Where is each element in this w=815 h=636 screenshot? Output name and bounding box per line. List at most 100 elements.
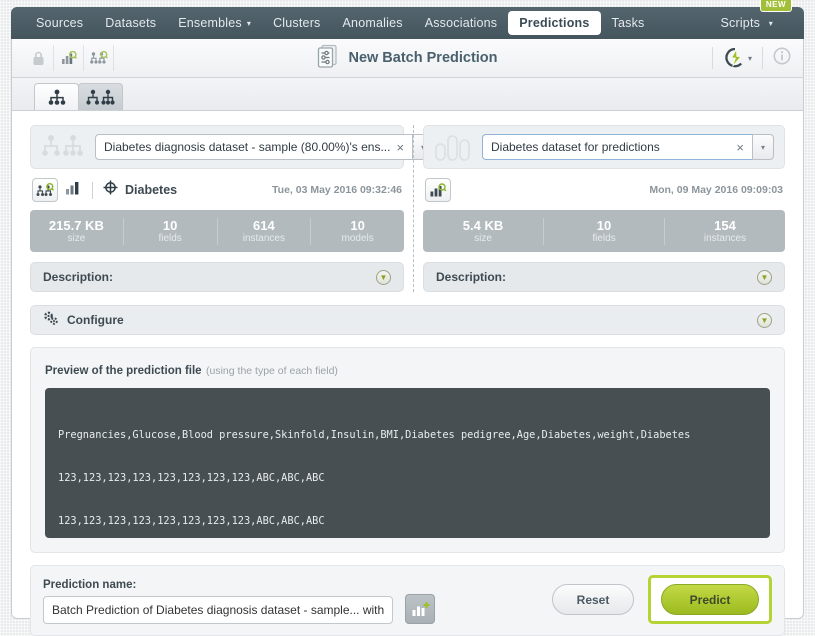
info-icon[interactable] <box>773 47 791 70</box>
preview-heading: Preview of the prediction file (using th… <box>45 361 770 379</box>
nav-item-sources[interactable]: Sources <box>25 11 94 35</box>
nav-item-anomalies[interactable]: Anomalies <box>332 11 414 35</box>
objective-field-name: Diabetes <box>125 183 178 197</box>
chevron-down-icon[interactable]: ▼ <box>757 312 772 328</box>
stat-value: 10 <box>596 217 612 233</box>
dataset-select-value: Diabetes dataset for predictions <box>491 140 660 154</box>
configure-label: Configure <box>67 313 124 327</box>
predict-button[interactable]: Predict <box>661 584 759 615</box>
nav-label: Datasets <box>105 16 157 30</box>
nav-item-associations[interactable]: Associations <box>414 11 509 35</box>
nav-item-clusters[interactable]: Clusters <box>262 11 331 35</box>
ensemble-info-row: Diabetes Tue, 03 May 2016 09:32:46 <box>30 169 404 210</box>
nav-item-ensembles[interactable]: Ensembles ▾ <box>167 11 262 35</box>
ensemble-description-bar[interactable]: Description: ▼ <box>30 262 404 292</box>
stat-value: 215.7 KB <box>48 217 104 233</box>
chevron-down-icon: ▾ <box>246 19 252 28</box>
ensemble-select[interactable]: Diabetes diagnosis dataset - sample (80.… <box>95 134 435 160</box>
divider <box>762 47 763 69</box>
new-badge: NEW <box>759 0 792 12</box>
dataset-stats: 5.4 KB size 10 fields 154 instances <box>423 210 785 252</box>
tab-ensemble-trees[interactable] <box>78 83 123 110</box>
dataset-info-row: Mon, 09 May 2016 09:09:03 <box>423 169 785 210</box>
prediction-name-label: Prediction name: <box>43 579 137 591</box>
clear-icon[interactable]: × <box>390 140 404 155</box>
dataset-search-icon[interactable] <box>425 178 451 202</box>
gears-icon <box>43 311 60 329</box>
preview-section: Preview of the prediction file (using th… <box>30 347 785 553</box>
scripts-label-wrap[interactable]: Scripts ▾ <box>709 11 784 35</box>
stat-value: 614 <box>253 217 275 233</box>
page-sheet: New Batch Prediction ▾ Diabetes diagnosi… <box>11 39 804 636</box>
stat-key: size <box>474 232 492 244</box>
preview-subtitle: (using the type of each field) <box>206 365 338 377</box>
stat-key: size <box>67 232 86 244</box>
stat-item: 5.4 KB size <box>423 217 544 245</box>
source-columns: Diabetes diagnosis dataset - sample (80.… <box>30 125 785 292</box>
code-line: 123,123,123,123,123,123,123,123,ABC,ABC,… <box>58 472 325 485</box>
stat-key: instances <box>703 232 747 244</box>
objective-target-icon <box>103 180 118 200</box>
predict-label: Predict <box>689 592 731 607</box>
stat-item: 215.7 KB size <box>30 217 124 245</box>
titlebar-right-icons: ▾ <box>711 47 803 70</box>
page-title: New Batch Prediction <box>278 44 538 72</box>
clear-icon[interactable]: × <box>730 140 744 155</box>
ensemble-search-icon[interactable] <box>84 45 114 71</box>
prediction-name-group: Prediction name: Batch Prediction of Dia… <box>43 579 393 624</box>
stat-value: 10 <box>162 217 178 233</box>
nav-item-predictions[interactable]: Predictions <box>508 11 601 35</box>
nav-label: Anomalies <box>342 16 403 30</box>
bar-chart-icon[interactable] <box>65 181 82 200</box>
stat-value: 5.4 KB <box>462 217 504 233</box>
stat-value: 154 <box>714 217 736 233</box>
nav-item-tasks[interactable]: Tasks <box>601 11 656 35</box>
prediction-name-value: Batch Prediction of Diabetes diagnosis d… <box>52 603 385 617</box>
description-label: Description: <box>436 270 507 284</box>
lock-icon[interactable] <box>24 45 54 71</box>
stat-key: models <box>341 232 374 244</box>
stat-item: 10 fields <box>124 217 218 245</box>
chevron-down-icon[interactable]: ▼ <box>376 269 391 285</box>
configure-bar[interactable]: Configure ▼ <box>30 305 785 335</box>
tab-model-tree[interactable] <box>34 83 79 110</box>
reset-button[interactable]: Reset <box>552 584 634 615</box>
ensemble-trees-icon <box>41 134 87 160</box>
page-content: Diabetes diagnosis dataset - sample (80.… <box>12 111 803 636</box>
add-chart-icon[interactable] <box>405 594 435 624</box>
chevron-down-icon: ▾ <box>747 53 752 63</box>
chevron-down-icon[interactable]: ▾ <box>752 134 774 160</box>
ensemble-selector-bar: Diabetes diagnosis dataset - sample (80.… <box>30 125 435 169</box>
dataset-search-icon[interactable] <box>54 45 84 71</box>
stat-item: 10 models <box>311 218 404 245</box>
divider <box>92 181 93 199</box>
column-divider <box>413 125 414 292</box>
ensemble-stats: 215.7 KB size 10 fields 614 instances 10 mod… <box>30 210 404 252</box>
divider <box>711 47 713 69</box>
ensemble-timestamp: Tue, 03 May 2016 09:32:46 <box>272 184 402 196</box>
main-navigation: Sources Datasets Ensembles ▾ Clusters Ano… <box>11 0 804 39</box>
nav-item-datasets[interactable]: Datasets <box>94 11 167 35</box>
document-settings-icon <box>317 44 339 72</box>
lightning-bolt-icon[interactable]: ▾ <box>723 48 752 68</box>
dataset-select[interactable]: Diabetes dataset for predictions × ▾ <box>482 134 774 160</box>
chevron-down-icon[interactable]: ▼ <box>757 269 772 285</box>
footer-buttons: Reset Predict <box>552 575 772 624</box>
prediction-name-input[interactable]: Batch Prediction of Diabetes diagnosis d… <box>43 596 393 624</box>
ensemble-search-icon[interactable] <box>32 178 58 202</box>
ensemble-select-input[interactable]: Diabetes diagnosis dataset - sample (80.… <box>95 134 413 160</box>
batch-prediction-page: Sources Datasets Ensembles ▾ Clusters Ano… <box>0 0 815 636</box>
chevron-down-icon: ▾ <box>768 19 773 28</box>
bar-chart-icon <box>434 133 474 161</box>
dataset-select-input[interactable]: Diabetes dataset for predictions × <box>482 134 752 160</box>
nav-label: Predictions <box>519 16 590 30</box>
nav-label: Ensembles <box>178 16 242 30</box>
dataset-selector-bar: Diabetes dataset for predictions × ▾ <box>423 125 785 169</box>
stat-item: 614 instances <box>218 217 312 245</box>
preview-title: Preview of the prediction file <box>45 365 202 377</box>
titlebar-left-icons <box>12 45 114 71</box>
nav-item-scripts[interactable]: NEW Scripts ▾ <box>709 0 792 35</box>
nav-label: Sources <box>36 16 84 30</box>
dataset-description-bar[interactable]: Description: ▼ <box>423 262 785 292</box>
predict-highlight: Predict <box>648 575 772 624</box>
